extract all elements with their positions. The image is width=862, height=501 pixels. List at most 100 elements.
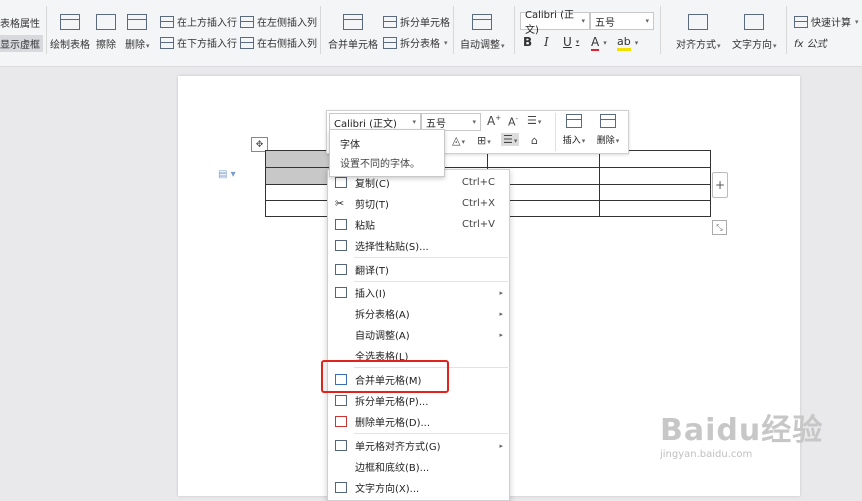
menu-item-label: 边框和底纹(B)... [355,463,430,474]
shortcut-label: Ctrl+X [461,198,495,209]
menu-item-cut[interactable]: ✂ 剪切(T) Ctrl+X [328,193,509,214]
quick-calc-button[interactable]: 快速计算 ▾ [794,14,859,29]
chevron-down-icon: ▾ [717,42,721,50]
chevron-right-icon: ▸ [499,441,503,450]
text-direction-button[interactable]: 文字方向▾ [732,14,777,51]
table-cell[interactable] [598,167,712,185]
font-name-select[interactable]: Calibri (正文) ▾ [520,10,590,36]
table-cell[interactable] [265,167,334,185]
mini-insert-button[interactable]: 插入▾ [559,114,589,146]
border-icon[interactable]: ⊞▾ [477,134,491,147]
show-border-button[interactable]: 显示虚框 [0,35,43,52]
chevron-right-icon: ▸ [499,330,503,339]
insert-row-below-icon [160,36,174,49]
shortcut-label: Ctrl+C [461,177,495,188]
mini-font-size-value: 五号 [426,118,446,130]
text-direction-label-row: 文字方向▾ [732,36,777,51]
menu-item-translate[interactable]: 翻译(T) [328,259,509,280]
draw-table-label: 绘制表格 [50,40,90,51]
font-shrink-label: A [508,115,516,129]
menu-item-cell-align[interactable]: 单元格对齐方式(G) ▸ [328,435,509,456]
eraser-icon[interactable]: ⌂ [531,134,538,147]
mini-insert-label-row: 插入▾ [563,133,586,146]
menu-item-text-direction[interactable]: 文字方向(X)... [328,477,509,498]
menu-item-label: 自动调整(A) [355,331,410,342]
menu-item-insert[interactable]: 插入(I) ▸ [328,282,509,303]
menu-item-paste[interactable]: 粘贴 Ctrl+V [328,214,509,235]
split-cells-ribbon-button[interactable]: 拆分单元格 [383,14,450,29]
menu-item-label: 拆分单元格(P)... [355,397,429,408]
highlight-button[interactable]: ab ▾ [617,35,638,51]
italic-button[interactable]: I [544,35,549,49]
align-label-row: 对齐方式▾ [676,36,721,51]
table-properties-button[interactable]: 表格属性 [0,15,40,30]
chevron-down-icon: ▾ [773,42,777,50]
split-cells-ribbon-label: 拆分单元格 [400,18,450,29]
menu-item-delete-cells[interactable]: 删除单元格(D)... [328,411,509,432]
menu-item-label: 粘贴 [355,221,375,232]
font-color-label: A [591,35,600,51]
merge-cells-ribbon-button[interactable]: 合并单元格 [328,14,378,51]
menu-item-label: 插入(I) [355,289,386,300]
font-shrink-icon[interactable]: A- [508,115,518,129]
menu-item-label: 文字方向(X)... [355,484,420,495]
bold-button[interactable]: B [523,35,532,49]
split-table-icon [383,36,397,49]
translate-icon [335,264,347,275]
menu-item-label: 删除单元格(D)... [355,418,431,429]
insert-above-label: 在上方插入行 [177,18,237,29]
ribbon-divider [660,6,661,54]
font-color-button[interactable]: A ▾ [591,35,607,51]
add-column-button[interactable]: + [712,172,728,198]
insert-left-button[interactable]: 在左侧插入列 [240,14,317,29]
delete-button[interactable]: 删除▾ [125,14,150,51]
formula-button[interactable]: fx 公式 [794,35,827,50]
ribbon-divider [514,6,515,54]
underline-button[interactable]: U ▾ [563,35,579,49]
autofit-button[interactable]: 自动调整▾ [460,14,505,51]
menu-item-borders[interactable]: 边框和底纹(B)... [328,456,509,477]
table-resize-handle-icon[interactable]: ⤡ [712,220,727,235]
insert-below-button[interactable]: 在下方插入行 [160,35,237,50]
align-icon[interactable]: ☰▾ [501,133,520,146]
mini-delete-button[interactable]: 删除▾ [593,114,623,146]
merge-cells-ribbon-label: 合并单元格 [328,40,378,51]
text-direction-icon [744,14,765,30]
mini-delete-label: 删除 [596,136,615,146]
mini-delete-label-row: 删除▾ [597,133,620,146]
draw-table-icon [60,14,80,30]
delete-cells-icon [335,416,347,427]
chevron-down-icon: ▾ [146,42,150,50]
menu-item-split-cells[interactable]: 拆分单元格(P)... [328,390,509,411]
chevron-right-icon: ▸ [499,309,503,318]
table-cell[interactable] [265,200,334,217]
table-cell[interactable] [265,150,334,168]
scissors-icon: ✂ [335,197,345,210]
quick-calc-label: 快速计算 [811,18,851,29]
font-grow-icon[interactable]: A+ [487,114,501,128]
document-icon[interactable]: ▤ ▾ [218,169,236,180]
erase-button[interactable]: 擦除 [96,14,116,51]
delete-table-icon [127,14,148,30]
menu-item-label: 选择性粘贴(S)... [355,242,429,253]
shading-icon[interactable]: ◬▾ [452,134,465,147]
menu-item-split-table[interactable]: 拆分表格(A) ▸ [328,303,509,324]
draw-table-button[interactable]: 绘制表格 [50,14,90,51]
table-insert-icon [335,287,347,298]
insert-left-label: 在左侧插入列 [257,18,317,29]
table-cell[interactable] [598,200,712,217]
align-button[interactable]: 对齐方式▾ [676,14,721,51]
font-size-value: 五号 [595,17,615,29]
line-spacing-icon[interactable]: ☰▾ [527,114,541,127]
menu-item-autofit[interactable]: 自动调整(A) ▸ [328,324,509,345]
font-tooltip: 字体 设置不同的字体。 [329,129,445,177]
font-size-select[interactable]: 五号 ▾ [590,12,654,30]
split-cells-icon [335,395,347,406]
menu-item-paste-special[interactable]: 选择性粘贴(S)... [328,235,509,256]
underline-label: U [563,35,572,49]
table-cell[interactable] [598,184,712,201]
insert-right-button[interactable]: 在右侧插入列 [240,35,317,50]
table-cell[interactable] [265,184,334,201]
insert-above-button[interactable]: 在上方插入行 [160,14,237,29]
split-table-ribbon-button[interactable]: 拆分表格 ▾ [383,35,448,50]
